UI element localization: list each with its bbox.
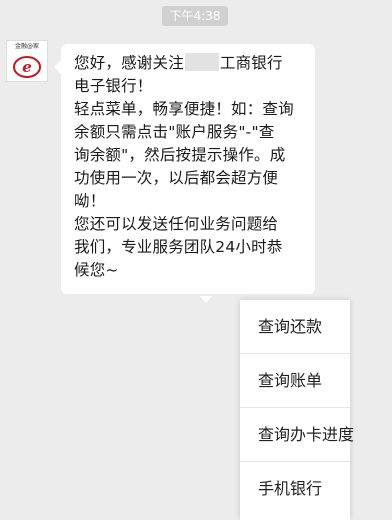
message-line: 询余额"，然后按提示操作。成 [74, 146, 286, 164]
menu-pointer [200, 296, 212, 303]
message-line: 轻点菜单，畅享便捷！如：查询 [74, 100, 294, 118]
message-text: 您好，感谢关注 [74, 54, 184, 72]
message-line: 您好，感谢关注 工商银行 [74, 52, 305, 75]
menu-item-card-progress[interactable]: 查询办卡进度 [240, 408, 354, 462]
message-bubble: 您好，感谢关注 工商银行 电子银行！ 轻点菜单，畅享便捷！如：查询 余额只需点击"… [54, 44, 315, 294]
avatar-label: 金融@家 [14, 43, 39, 50]
message-line: 余额只需点击"账户服务"-"查 [74, 123, 275, 141]
menu-item-mobile-banking[interactable]: 手机银行 [240, 462, 350, 516]
message-line: 功使用一次，以后都会超方便 [74, 169, 279, 187]
popup-menu: 查询还款 查询账单 查询办卡进度 手机银行 [240, 300, 354, 520]
message-line: 候您~ [74, 261, 119, 279]
message-line: 呦！ [74, 192, 106, 210]
avatar[interactable]: 金融@家 e [6, 40, 48, 82]
message-line: 我们，专业服务团队24小时恭 [74, 238, 283, 256]
menu-item-query-bill[interactable]: 查询账单 [240, 354, 350, 408]
message-line: 电子银行！ [74, 77, 153, 95]
menu-item-query-repayment[interactable]: 查询还款 [240, 300, 350, 354]
message-text: 工商银行 [219, 54, 283, 72]
edge-fade [352, 300, 392, 520]
svg-text:e: e [22, 58, 32, 76]
chat-timestamp: 下午4:38 [162, 6, 228, 26]
icbc-e-logo-icon: e [13, 56, 41, 78]
message-line: 您还可以发送任何业务问题给 [74, 215, 279, 233]
redacted-block [184, 53, 219, 71]
